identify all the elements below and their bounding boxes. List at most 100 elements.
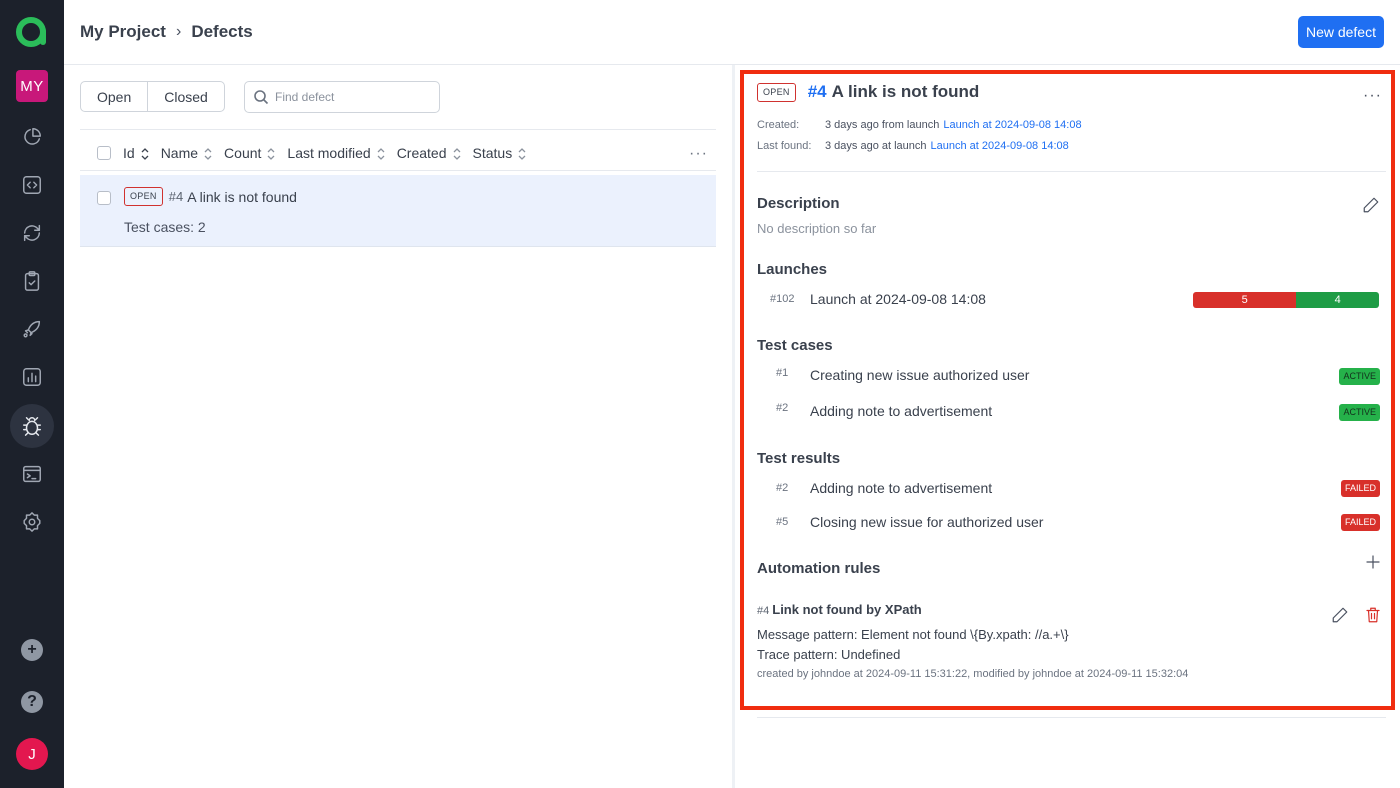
test-case-name[interactable]: Creating new issue authorized user — [810, 367, 1029, 383]
launches-title: Launches — [757, 261, 828, 278]
search-icon — [254, 90, 269, 105]
sidebar-item-sync[interactable] — [10, 211, 54, 255]
rocket-icon — [23, 320, 41, 338]
edit-rule-button[interactable] — [1330, 605, 1350, 625]
status-badge: ACTIVE — [1339, 368, 1380, 385]
column-label: Status — [472, 144, 513, 161]
failed-count-segment: 5 — [1193, 292, 1297, 308]
top-bar: My Project › Defects New defect — [64, 0, 1400, 65]
table-row[interactable]: OPEN #4 A link is not found Test cases: … — [80, 175, 716, 247]
status-filter: Open Closed — [80, 81, 225, 112]
defect-id: #4 — [168, 189, 184, 204]
more-options-icon[interactable]: ··· — [689, 145, 708, 163]
app-logo-icon[interactable] — [14, 14, 50, 50]
defect-title: #4 A link is not found — [808, 82, 980, 102]
help-button[interactable]: ? — [21, 691, 43, 713]
created-launch-link[interactable]: Launch at 2024-09-08 14:08 — [943, 119, 1081, 131]
more-options-icon[interactable]: ··· — [1363, 87, 1382, 105]
rule-meta: created by johndoe at 2024-09-11 15:31:2… — [757, 668, 1189, 680]
pencil-icon — [1363, 197, 1379, 213]
search-input[interactable] — [275, 90, 425, 104]
code-icon — [23, 176, 41, 194]
new-defect-button[interactable]: New defect — [1297, 16, 1384, 48]
test-result-id: #5 — [776, 516, 789, 528]
test-cases-count: Test cases: 2 — [124, 219, 206, 235]
column-created[interactable]: Created — [397, 145, 461, 161]
pie-chart-icon — [24, 128, 41, 145]
trash-icon — [1366, 607, 1380, 623]
sidebar-item-code[interactable] — [10, 163, 54, 207]
user-avatar[interactable]: J — [16, 738, 48, 770]
launch-name[interactable]: Launch at 2024-09-08 14:08 — [810, 291, 986, 307]
sort-icon — [377, 147, 385, 160]
rule-trace-pattern: Trace pattern: Undefined — [757, 647, 901, 662]
filter-open[interactable]: Open — [81, 82, 147, 111]
sidebar-item-dashboard[interactable] — [10, 115, 54, 159]
column-id[interactable]: Id — [123, 145, 149, 161]
test-result-name[interactable]: Adding note to advertisement — [810, 480, 992, 496]
sidebar-item-jobs[interactable] — [10, 452, 54, 496]
last-found-text: 3 days ago at launch — [825, 140, 927, 152]
project-badge[interactable]: MY — [16, 70, 48, 102]
bug-icon — [23, 417, 41, 436]
add-button[interactable]: + — [21, 639, 43, 661]
sidebar-item-analytics[interactable] — [10, 355, 54, 399]
created-text: 3 days ago from launch — [825, 119, 940, 131]
sync-icon — [23, 224, 41, 242]
add-rule-button[interactable] — [1363, 552, 1383, 572]
divider — [757, 717, 1386, 718]
edit-description-button[interactable] — [1361, 195, 1381, 215]
test-case-name[interactable]: Adding note to advertisement — [810, 403, 992, 419]
column-label: Count — [224, 144, 262, 161]
rule-id: #4 — [757, 605, 770, 617]
created-info: Created: 3 days ago from launch Launch a… — [757, 119, 1082, 131]
column-last-modified[interactable]: Last modified — [287, 144, 385, 161]
divider — [80, 129, 716, 130]
defect-title-text: A link is not found — [831, 82, 980, 101]
test-result-id: #2 — [776, 482, 789, 494]
test-case-id: #1 — [776, 367, 789, 379]
defect-detail-panel: OPEN #4 A link is not found ··· Created: … — [735, 65, 1400, 788]
column-name[interactable]: Name — [161, 145, 212, 161]
sidebar-item-launches[interactable] — [10, 307, 54, 351]
bar-chart-icon — [23, 368, 41, 386]
gear-icon — [23, 512, 41, 532]
sidebar-item-settings[interactable] — [10, 500, 54, 544]
sort-icon — [518, 147, 526, 160]
row-checkbox[interactable] — [97, 191, 111, 205]
delete-rule-button[interactable] — [1363, 605, 1383, 625]
last-found-info: Last found: 3 days ago at launch Launch … — [757, 140, 1069, 152]
rule-name: Link not found by XPath — [772, 602, 922, 617]
last-found-launch-link[interactable]: Launch at 2024-09-08 14:08 — [931, 140, 1069, 152]
defect-name: A link is not found — [187, 188, 297, 205]
column-label: Last modified — [287, 144, 371, 161]
last-found-label: Last found: — [757, 140, 812, 152]
defects-list-panel: Open Closed Id Name Count Last modified … — [64, 65, 732, 788]
table-header: Id Name Count Last modified Created Stat… — [80, 135, 716, 171]
test-result-name[interactable]: Closing new issue for authorized user — [810, 514, 1043, 530]
test-cases-title: Test cases — [757, 337, 833, 354]
sort-icon — [453, 147, 461, 160]
sidebar-item-test-cases[interactable] — [10, 259, 54, 303]
clipboard-check-icon — [24, 271, 40, 291]
column-count[interactable]: Count — [224, 145, 275, 161]
automation-rules-title: Automation rules — [757, 560, 881, 577]
select-all-checkbox[interactable] — [97, 145, 111, 160]
sidebar-item-defects[interactable] — [10, 404, 54, 448]
search-field[interactable] — [244, 81, 440, 113]
column-label: Id — [123, 144, 135, 161]
status-badge: FAILED — [1340, 480, 1380, 497]
divider — [757, 171, 1386, 172]
test-results-title: Test results — [757, 450, 841, 467]
column-status[interactable]: Status — [473, 145, 527, 161]
sort-icon — [204, 147, 212, 160]
sort-icon — [141, 147, 149, 160]
created-label: Created: — [757, 119, 800, 131]
chevron-right-icon: › — [175, 23, 182, 40]
column-label: Name — [160, 144, 199, 161]
filter-closed[interactable]: Closed — [147, 82, 224, 111]
column-label: Created — [396, 144, 447, 161]
breadcrumb-current: Defects — [191, 22, 253, 41]
breadcrumb-project[interactable]: My Project — [80, 22, 166, 42]
description-text: No description so far — [757, 221, 877, 236]
